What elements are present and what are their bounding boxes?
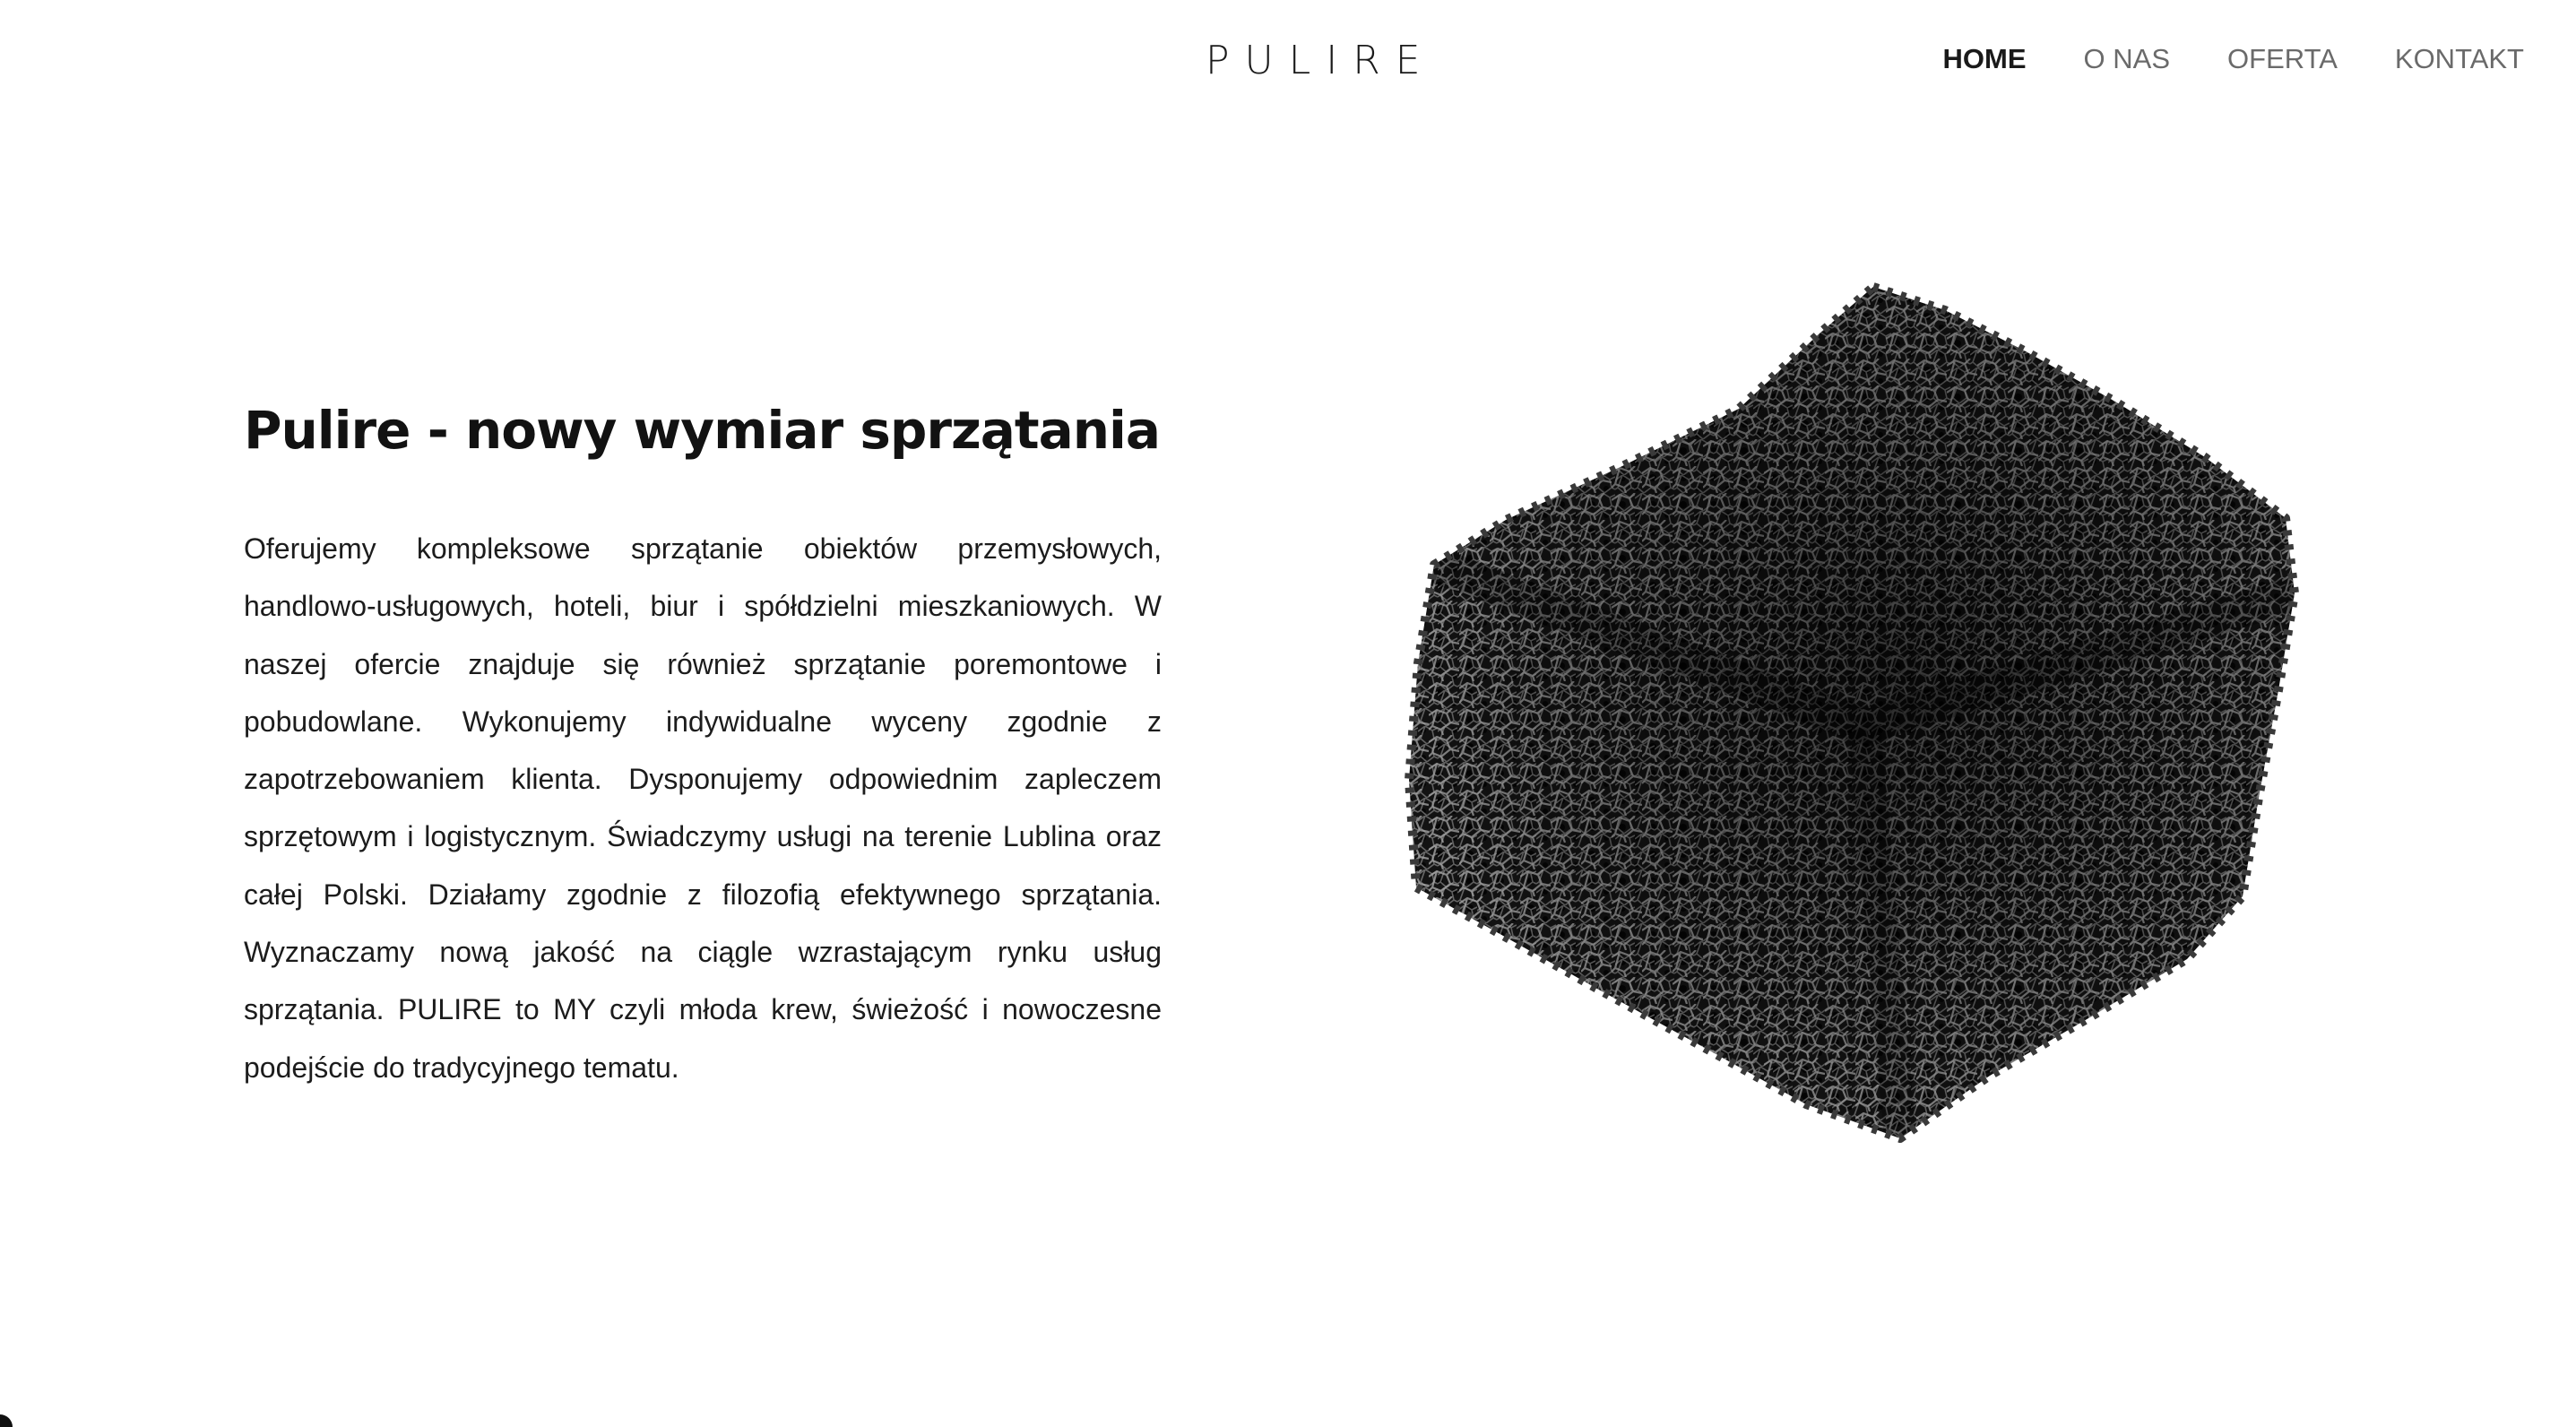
nav-o-nas[interactable]: O NAS — [2084, 39, 2170, 79]
site-logo[interactable]: PULIRE — [1206, 36, 1421, 86]
corner-dot — [0, 1414, 13, 1427]
main-nav: HOME O NAS OFERTA KONTAKT — [1943, 39, 2524, 79]
nav-kontakt[interactable]: KONTAKT — [2395, 39, 2524, 79]
nav-home[interactable]: HOME — [1943, 39, 2027, 79]
hero-description: Oferujemy kompleksowe sprzątanie obiektó… — [244, 532, 1162, 1084]
hero-title: Pulire - nowy wymiar sprzątania — [244, 400, 1161, 461]
nav-oferta[interactable]: OFERTA — [2227, 39, 2338, 79]
black-sponge-image — [1405, 282, 2299, 1143]
